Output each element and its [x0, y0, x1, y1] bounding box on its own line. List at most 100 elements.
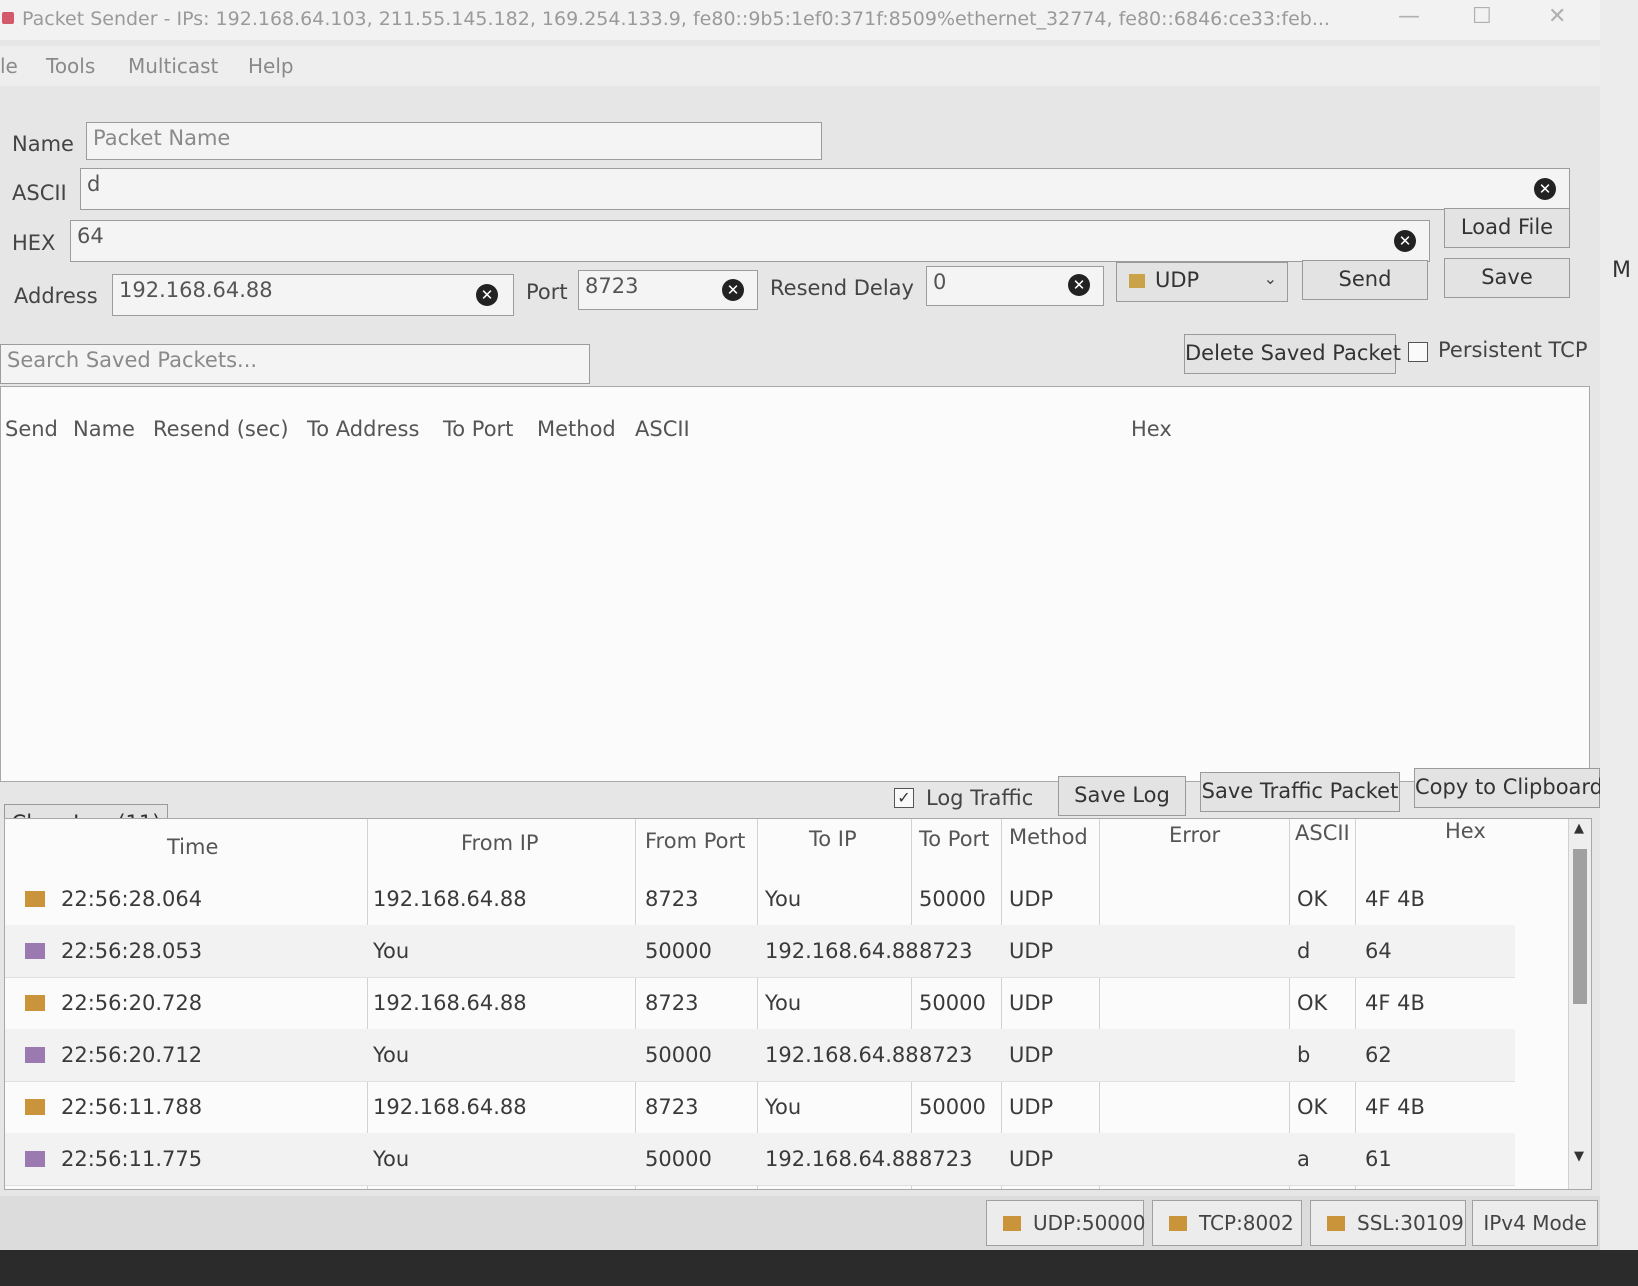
- hex-clear-icon[interactable]: ✕: [1394, 230, 1416, 252]
- log-traffic-checkbox[interactable]: ✓: [894, 788, 914, 808]
- send-button[interactable]: Send: [1302, 260, 1428, 300]
- copy-to-clipboard-button[interactable]: Copy to Clipboard: [1414, 768, 1603, 808]
- col-hex[interactable]: Hex: [1131, 417, 1172, 441]
- table-row[interactable]: 22:56:11.775 You 50000 192.168.64.88 8723 UDP…: [5, 1133, 1515, 1186]
- incoming-packet-icon: [25, 995, 45, 1011]
- name-input[interactable]: Packet Name: [86, 122, 822, 160]
- cell-to-port: 50000: [919, 991, 986, 1015]
- background-window: M: [1600, 0, 1638, 1250]
- cell-from-ip: You: [373, 1043, 410, 1067]
- load-file-button[interactable]: Load File: [1444, 208, 1570, 248]
- save-traffic-packet-button[interactable]: Save Traffic Packet: [1200, 772, 1400, 812]
- cell-from-ip: You: [373, 939, 410, 963]
- col-hex-log[interactable]: Hex: [1445, 819, 1486, 843]
- cell-method: UDP: [1009, 1147, 1054, 1171]
- address-input[interactable]: 192.168.64.88: [112, 274, 514, 316]
- cell-ascii: a: [1297, 1147, 1310, 1171]
- cell-time: 22:56:20.712: [61, 1043, 203, 1067]
- scroll-thumb[interactable]: [1573, 849, 1587, 1004]
- tcp-status-icon: [1169, 1216, 1187, 1231]
- protocol-select[interactable]: UDP ⌄: [1116, 262, 1288, 302]
- close-icon[interactable]: ✕: [1548, 4, 1566, 29]
- udp-status-button[interactable]: UDP:50000: [986, 1200, 1146, 1246]
- col-to-port[interactable]: To Port: [919, 827, 989, 851]
- maximize-icon[interactable]: ☐: [1472, 4, 1492, 29]
- screen-bottom-edge: [0, 1250, 1638, 1286]
- cell-to-port: 50000: [919, 887, 986, 911]
- col-from-port[interactable]: From Port: [645, 829, 745, 853]
- col-to-address[interactable]: To Address: [307, 417, 419, 441]
- udp-status-label: UDP:50000: [1033, 1211, 1146, 1235]
- col-to-ip[interactable]: To IP: [809, 827, 857, 851]
- resend-clear-icon[interactable]: ✕: [1068, 274, 1090, 296]
- cell-hex: 64: [1365, 939, 1392, 963]
- minimize-icon[interactable]: —: [1398, 4, 1420, 29]
- col-method[interactable]: Method: [537, 417, 616, 441]
- cell-method: UDP: [1009, 887, 1054, 911]
- cell-to-ip: You: [765, 887, 802, 911]
- ipv4-mode-button[interactable]: IPv4 Mode: [1472, 1200, 1598, 1246]
- cell-to-ip: You: [765, 991, 802, 1015]
- col-error[interactable]: Error: [1169, 823, 1220, 847]
- col-ascii[interactable]: ASCII: [635, 417, 690, 441]
- save-log-button[interactable]: Save Log: [1058, 776, 1186, 816]
- cell-ascii: OK: [1297, 887, 1328, 911]
- col-send[interactable]: Send: [5, 417, 58, 441]
- table-row[interactable]: 22:56:11.788 192.168.64.88 8723 You 50000 UDP…: [5, 1081, 1515, 1134]
- cell-time: 22:56:11.788: [61, 1095, 203, 1119]
- col-time[interactable]: Time: [167, 835, 218, 859]
- col-from-ip[interactable]: From IP: [461, 831, 539, 855]
- cell-ascii: b: [1297, 1043, 1311, 1067]
- log-traffic-label: Log Traffic: [926, 786, 1034, 810]
- cell-to-port: 8723: [919, 1147, 973, 1171]
- address-clear-icon[interactable]: ✕: [476, 284, 498, 306]
- menu-file[interactable]: le: [0, 54, 18, 78]
- col-resend[interactable]: Resend (sec): [153, 417, 289, 441]
- table-row[interactable]: 22:56:20.712 You 50000 192.168.64.88 8723 UDP…: [5, 1029, 1515, 1082]
- menu-tools[interactable]: Tools: [46, 54, 95, 78]
- cell-to-ip: 192.168.64.88: [765, 939, 919, 963]
- outgoing-packet-icon: [25, 1047, 45, 1063]
- status-bar: UDP:50000 TCP:8002 SSL:30109 IPv4 Mode: [0, 1196, 1600, 1250]
- tcp-status-button[interactable]: TCP:8002: [1152, 1200, 1302, 1246]
- port-label: Port: [526, 280, 568, 304]
- cell-time: 22:56:11.775: [61, 1147, 203, 1171]
- port-clear-icon[interactable]: ✕: [722, 279, 744, 301]
- cell-method: UDP: [1009, 1095, 1054, 1119]
- cell-hex: 62: [1365, 1043, 1392, 1067]
- title-bar: Packet Sender - IPs: 192.168.64.103, 211…: [0, 0, 1600, 40]
- udp-icon: [1129, 274, 1145, 288]
- log-scrollbar[interactable]: ▲ ▼: [1568, 819, 1591, 1189]
- name-label: Name: [12, 132, 74, 156]
- ssl-status-button[interactable]: SSL:30109: [1310, 1200, 1466, 1246]
- persistent-tcp-checkbox[interactable]: [1408, 342, 1428, 362]
- hex-input[interactable]: 64: [70, 220, 1430, 262]
- cell-from-port: 50000: [645, 1043, 712, 1067]
- menu-multicast[interactable]: Multicast: [128, 54, 218, 78]
- protocol-value: UDP: [1155, 268, 1200, 292]
- col-name[interactable]: Name: [73, 417, 135, 441]
- cell-from-ip: You: [373, 1147, 410, 1171]
- menu-help[interactable]: Help: [248, 54, 294, 78]
- table-row[interactable]: 22:56:28.053 You 50000 192.168.64.88 8723 UDP…: [5, 925, 1515, 978]
- cell-method: UDP: [1009, 1043, 1054, 1067]
- ascii-clear-icon[interactable]: ✕: [1534, 178, 1556, 200]
- menu-bar: le Tools Multicast Help: [0, 46, 1600, 86]
- cell-to-ip: 192.168.64.88: [765, 1043, 919, 1067]
- col-ascii-log[interactable]: ASCII: [1295, 821, 1350, 845]
- delete-saved-packet-button[interactable]: Delete Saved Packet: [1184, 334, 1401, 374]
- scroll-up-icon[interactable]: ▲: [1574, 821, 1584, 836]
- traffic-log-table: Time From IP From Port To IP To Port Met…: [4, 818, 1592, 1190]
- ascii-input[interactable]: d: [80, 168, 1570, 210]
- table-row[interactable]: 22:56:20.728 192.168.64.88 8723 You 50000 UDP…: [5, 977, 1515, 1030]
- cell-time: 22:56:28.064: [61, 887, 203, 911]
- persistent-tcp-label: Persistent TCP: [1438, 338, 1588, 362]
- scroll-down-icon[interactable]: ▼: [1574, 1149, 1584, 1164]
- col-method-log[interactable]: Method: [1009, 825, 1088, 849]
- cell-to-ip: 192.168.64.88: [765, 1147, 919, 1171]
- search-saved-input[interactable]: Search Saved Packets...: [0, 344, 590, 384]
- col-to-port[interactable]: To Port: [443, 417, 513, 441]
- table-row[interactable]: 22:56:28.064 192.168.64.88 8723 You 50000 UDP…: [5, 873, 1515, 926]
- save-button[interactable]: Save: [1444, 258, 1570, 298]
- cell-hex: 4F 4B: [1365, 887, 1425, 911]
